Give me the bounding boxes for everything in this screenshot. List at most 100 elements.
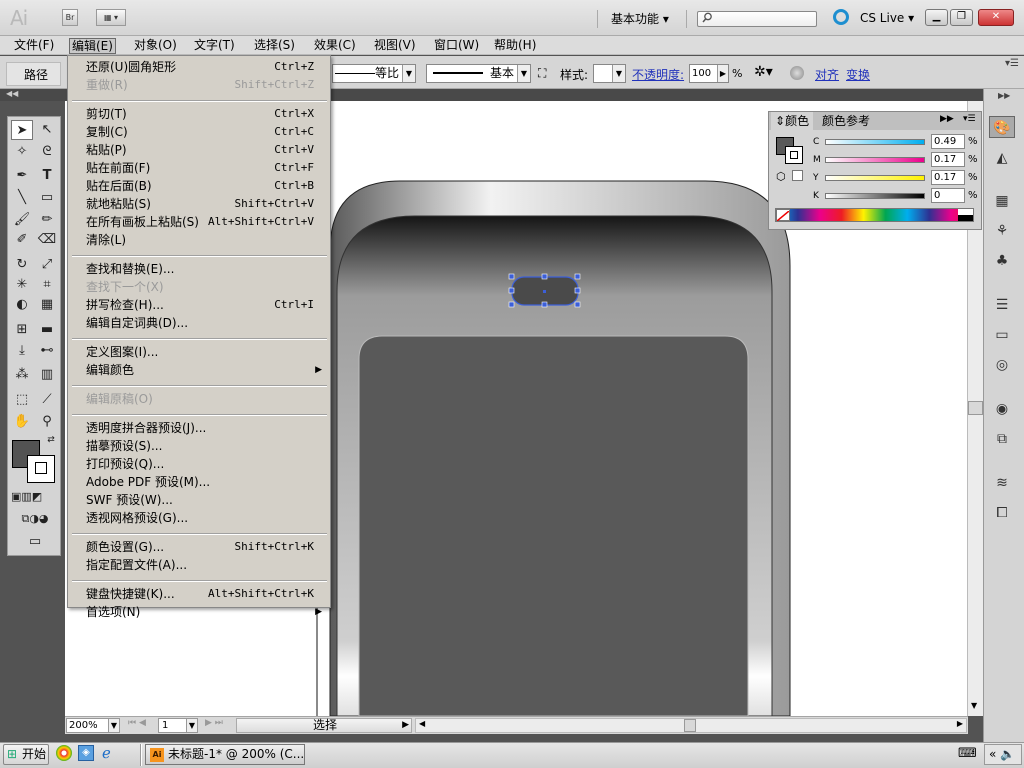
edit-menu-item[interactable]: 就地粘贴(S) Shift+Ctrl+V [86,196,326,212]
swatches-icon[interactable]: ▦ [989,190,1015,212]
panel-collapse-icon[interactable]: ▶▶ [940,114,954,124]
type-tool-icon[interactable]: T [36,166,58,186]
slider-k-track[interactable] [825,193,925,199]
edit-menu-item[interactable]: 还原(U)圆角矩形 Ctrl+Z [86,59,326,75]
edit-menu-item[interactable]: 编辑自定词典(D)... [86,315,326,331]
menu-effect[interactable]: 效果(C) [312,38,358,54]
tray-expand-button[interactable]: «🔈 [984,744,1022,765]
restore-button[interactable]: ❐ [950,9,973,26]
none-color-swatch[interactable] [776,209,790,222]
free-transform-tool-icon[interactable]: ⌗ [36,275,58,295]
close-button[interactable]: ✕ [978,9,1014,26]
edit-menu-item[interactable]: 指定配置文件(A)... [86,557,326,573]
slider-k-value[interactable]: 0 [931,188,965,203]
panel-stroke-swatch[interactable] [785,146,803,164]
menu-file[interactable]: 文件(F) [12,38,56,54]
stroke-panel-icon[interactable]: ☰ [989,294,1015,316]
edit-menu-item[interactable]: 键盘快捷键(K)... Alt+Shift+Ctrl+K [86,586,326,602]
edit-menu-item[interactable]: 剪切(T) Ctrl+X [86,106,326,122]
menu-help[interactable]: 帮助(H) [492,38,538,54]
perspective-grid-tool-icon[interactable]: ▦ [36,295,58,315]
gradient-panel-icon[interactable]: ▭ [989,324,1015,346]
appearance-panel-icon[interactable]: ◉ [989,398,1015,420]
screen-mode-icon[interactable]: ▭ [22,534,48,550]
slice-tool-icon[interactable]: ⟋ [36,390,58,410]
transparency-panel-icon[interactable]: ◎ [989,354,1015,376]
web-safe-icon[interactable] [792,170,803,181]
eyedropper-tool-icon[interactable]: ⤓ [11,341,33,361]
edit-menu-item[interactable]: 编辑原稿(O) [86,391,326,407]
status-tool-display[interactable]: 选择 ▶ [236,718,412,733]
scroll-down-icon[interactable]: ▼ [971,701,977,710]
graph-tool-icon[interactable]: ▥ [36,365,58,385]
pencil-tool-icon[interactable]: ✏ [36,210,58,230]
arrange-documents-button[interactable]: ▦ ▾ [96,9,126,26]
start-button[interactable]: ⊞ 开始 [3,744,49,765]
edit-menu-item[interactable]: 透明度拼合器预设(J)... [86,420,326,436]
zoom-select[interactable]: 200% ▼ [66,718,120,733]
gradient-tool-icon[interactable]: ▬ [36,320,58,340]
control-bar-menu-icon[interactable]: ▾☰ [1005,58,1019,69]
blend-tool-icon[interactable]: ⊷ [36,341,58,361]
tab-color-guide[interactable]: 颜色参考 [818,112,874,130]
edit-menu-item[interactable]: 重做(R) Shift+Ctrl+Z [86,77,326,93]
slider-m-track[interactable] [825,157,925,163]
style-select[interactable]: ▼ [593,64,626,83]
line-tool-icon[interactable]: ╲ [11,188,33,208]
out-of-gamut-icon[interactable]: ⬡ [776,170,786,183]
drawing-mode-icons[interactable]: ⧉◑◕ [11,511,59,527]
edit-menu-item[interactable]: 颜色设置(G)... Shift+Ctrl+K [86,539,326,555]
shape-builder-tool-icon[interactable]: ◐ [11,295,33,315]
transform-link[interactable]: 变换 [846,66,870,83]
first-artboard-icon[interactable]: ⏮ ◀ [128,718,146,728]
layers-panel-icon[interactable]: ≋ [989,472,1015,494]
lasso-tool-icon[interactable]: ᘓ [36,142,58,162]
color-guide-icon[interactable]: ◭ [989,147,1015,169]
edit-menu-item[interactable]: 清除(L) [86,232,326,248]
brushes-icon[interactable]: ⚘ [989,220,1015,242]
slider-c-value[interactable]: 0.49 [931,134,965,149]
edit-menu-item[interactable]: 透视网格预设(G)... [86,510,326,526]
black-swatch[interactable] [958,215,973,221]
selection-tool-icon[interactable]: ➤ [11,120,33,140]
cs-live-menu[interactable]: CS Live ▾ [860,11,914,25]
opacity-link[interactable]: 不透明度: [632,66,684,83]
taskbar-illustrator-item[interactable]: Ai 未标题-1* @ 200% (C... [145,744,305,765]
brush-options-icon[interactable]: ⛶ [538,66,546,81]
slider-y-value[interactable]: 0.17 [931,170,965,185]
direct-selection-tool-icon[interactable]: ↖ [36,120,58,140]
edit-menu-item[interactable]: 描摹预设(S)... [86,438,326,454]
quick-launch-icon[interactable]: ◈ [78,745,94,761]
edit-menu-item[interactable]: 贴在前面(F) Ctrl+F [86,160,326,176]
color-panel-icon[interactable]: 🎨 [989,116,1015,138]
rotate-tool-icon[interactable]: ↻ [11,255,33,275]
magic-wand-tool-icon[interactable]: ✧ [11,142,33,162]
stroke-profile-select[interactable]: 等比 ▼ [332,64,416,83]
artboard-tool-icon[interactable]: ⬚ [11,390,33,410]
menu-select[interactable]: 选择(S) [252,38,297,54]
edit-menu-item[interactable]: 粘贴(P) Ctrl+V [86,142,326,158]
warp-tool-icon[interactable]: ✳ [11,275,33,295]
workspace-switcher[interactable]: 基本功能 ▾ [611,10,669,27]
scroll-thumb[interactable] [968,401,983,415]
edit-menu-item[interactable]: 编辑颜色 ▶ [86,362,326,378]
color-mode-icons[interactable]: ▣▥◩ [11,489,42,505]
document-setup-icon[interactable] [790,66,804,80]
swap-colors-icon[interactable]: ⇄ [45,434,57,446]
volume-icon[interactable]: 🔈 [1000,747,1015,761]
rectangle-tool-icon[interactable]: ▭ [36,188,58,208]
artboards-panel-icon[interactable]: ⧠ [989,502,1015,524]
symbol-sprayer-tool-icon[interactable]: ⁂ [11,365,33,385]
edit-menu-item[interactable]: 在所有画板上粘贴(S) Alt+Shift+Ctrl+V [86,214,326,230]
zoom-tool-icon[interactable]: ⚲ [36,412,58,432]
artboard-select[interactable]: 1 ▼ [158,718,198,733]
pen-tool-icon[interactable]: ✒ [11,166,33,186]
bridge-button[interactable]: Br [62,9,78,26]
symbols-icon[interactable]: ♣ [989,250,1015,272]
edit-menu-item[interactable]: 拼写检查(H)... Ctrl+I [86,297,326,313]
menu-window[interactable]: 窗口(W) [432,38,481,54]
menu-type[interactable]: 文字(T) [192,38,237,54]
horizontal-scrollbar[interactable]: ◀ ▶ [415,718,967,733]
edit-menu-item[interactable]: 首选项(N) ▶ [86,604,326,620]
edit-menu-item[interactable]: 复制(C) Ctrl+C [86,124,326,140]
